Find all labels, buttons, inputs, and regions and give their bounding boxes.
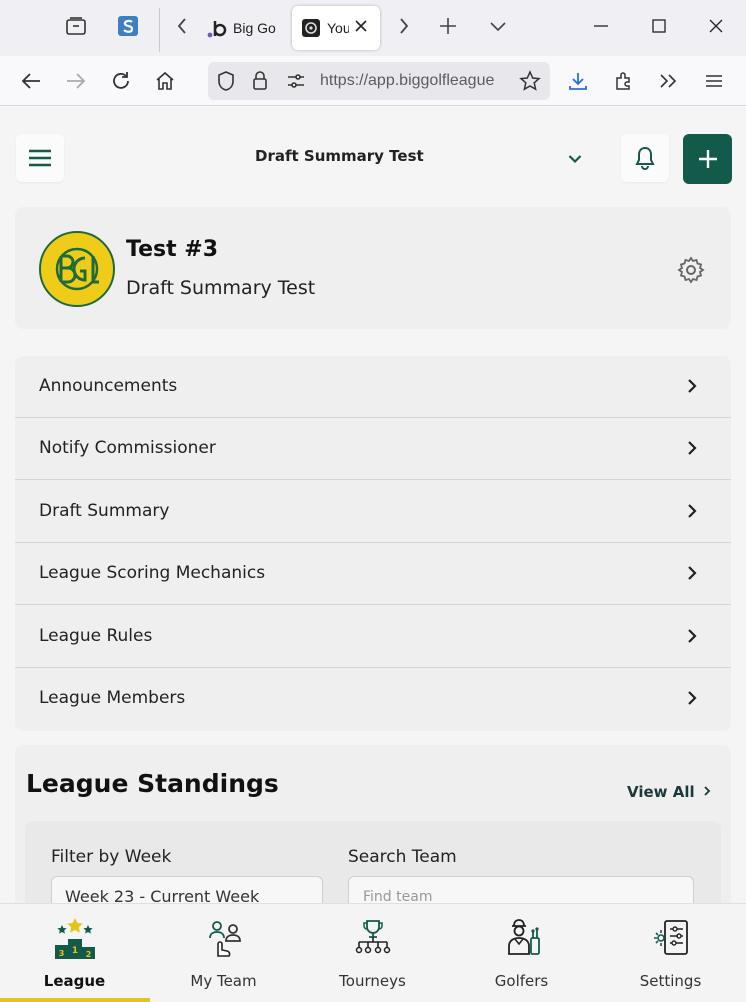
- nav-label: My Team: [190, 972, 257, 990]
- permissions-icon[interactable]: [286, 72, 306, 94]
- standings-title: League Standings: [26, 769, 279, 798]
- menu-item-label: League Rules: [39, 626, 153, 646]
- menu-item-announcements[interactable]: Announcements: [15, 356, 731, 418]
- window-close-icon[interactable]: [704, 14, 728, 38]
- menu-item-label: League Scoring Mechanics: [39, 563, 266, 583]
- url-bar[interactable]: https://app.biggolfleague: [208, 62, 550, 100]
- chevron-right-icon: [687, 378, 697, 398]
- nav-tourneys[interactable]: Tourneys: [298, 904, 447, 1002]
- browser-tab-strip: Big Go You: [0, 0, 746, 56]
- bell-icon: [635, 146, 655, 170]
- chevron-right-icon: [687, 503, 697, 523]
- overflow-chevron-icon[interactable]: [656, 69, 680, 93]
- nav-my-team[interactable]: My Team: [149, 904, 298, 1002]
- svg-text:2: 2: [85, 950, 91, 959]
- chevron-right-icon: [687, 690, 697, 710]
- forward-icon[interactable]: [64, 69, 88, 93]
- nav-label: Settings: [639, 972, 702, 990]
- home-icon[interactable]: [153, 69, 177, 93]
- chevron-down-icon: [568, 149, 582, 168]
- nav-label: Tourneys: [339, 972, 406, 990]
- chevron-right-icon: [704, 786, 711, 796]
- extensions-icon[interactable]: [612, 69, 636, 93]
- menu-item-label: League Members: [39, 688, 186, 708]
- tab-big-golf[interactable]: Big Go: [202, 6, 284, 50]
- gear-icon[interactable]: [677, 256, 705, 288]
- list-tabs-icon[interactable]: [486, 14, 510, 38]
- menu-item-league-members[interactable]: League Members: [15, 668, 731, 730]
- shield-icon[interactable]: [217, 71, 235, 95]
- nav-label: League: [43, 972, 106, 990]
- nav-settings[interactable]: Settings: [596, 904, 745, 1002]
- nav-league[interactable]: 1 3 2 League: [0, 904, 150, 1002]
- chevron-right-icon: [687, 628, 697, 648]
- tab-scroll-left-icon[interactable]: [170, 14, 194, 38]
- hamburger-menu-button[interactable]: [16, 134, 64, 182]
- menu-item-scoring-mechanics[interactable]: League Scoring Mechanics: [15, 543, 731, 605]
- menu-item-notify-commissioner[interactable]: Notify Commissioner: [15, 418, 731, 480]
- bottom-navigation: 1 3 2 League My Team Tourneys Golfers Se…: [0, 903, 746, 1002]
- filter-by-week-label: Filter by Week: [51, 847, 172, 867]
- app-content: Draft Summary Test Test #3 Draft Summary…: [0, 107, 746, 1002]
- notifications-button[interactable]: [621, 134, 669, 182]
- add-button[interactable]: [683, 134, 732, 184]
- league-info-card: Test #3 Draft Summary Test: [15, 207, 731, 329]
- league-name: Test #3: [126, 237, 219, 262]
- menu-item-label: Draft Summary: [39, 501, 170, 521]
- menu-item-league-rules[interactable]: League Rules: [15, 606, 731, 668]
- chevron-right-icon: [687, 565, 697, 585]
- league-menu-list: Announcements Notify Commissioner Draft …: [15, 356, 731, 731]
- search-team-label: Search Team: [348, 847, 457, 867]
- league-subtitle: Draft Summary Test: [126, 277, 316, 299]
- team-icon: [149, 916, 298, 960]
- active-tab-indicator: [0, 998, 150, 1002]
- maximize-icon[interactable]: [647, 14, 671, 38]
- settings-doc-icon: [596, 916, 745, 960]
- nav-golfers[interactable]: Golfers: [447, 904, 596, 1002]
- hamburger-icon: [29, 149, 51, 167]
- trophy-bracket-icon: [298, 916, 447, 960]
- menu-item-label: Notify Commissioner: [39, 438, 216, 458]
- tab-scroll-right-icon[interactable]: [392, 14, 416, 38]
- league-selector-value: Draft Summary Test: [255, 147, 424, 165]
- tab-label: You: [327, 20, 349, 36]
- lock-icon[interactable]: [252, 71, 268, 95]
- view-all-link[interactable]: View All: [627, 783, 711, 801]
- podium-icon: 1 3 2: [0, 916, 149, 960]
- league-logo: [39, 231, 115, 307]
- bookmark-star-icon[interactable]: [519, 70, 541, 96]
- app-menu-icon[interactable]: [702, 69, 726, 93]
- minimize-icon[interactable]: [589, 14, 613, 38]
- close-icon[interactable]: [354, 19, 368, 36]
- browser-nav-bar: https://app.biggolfleague: [0, 56, 746, 106]
- url-text[interactable]: https://app.biggolfleague: [320, 72, 516, 90]
- tab-groups-icon[interactable]: [64, 14, 88, 38]
- menu-item-label: Announcements: [39, 376, 178, 396]
- menu-item-draft-summary[interactable]: Draft Summary: [15, 481, 731, 543]
- chevron-right-icon: [687, 440, 697, 460]
- downloads-icon[interactable]: [566, 69, 590, 93]
- tab-favicon-icon: [301, 18, 321, 41]
- new-tab-icon[interactable]: [436, 14, 460, 38]
- tab-label: Big Go: [233, 20, 276, 36]
- b-logo-icon: [206, 19, 228, 42]
- reload-icon[interactable]: [109, 69, 133, 93]
- svg-text:1: 1: [71, 946, 77, 956]
- league-selector[interactable]: Draft Summary Test: [230, 145, 590, 169]
- golfer-icon: [447, 916, 596, 960]
- svg-text:3: 3: [58, 949, 64, 958]
- app-header: Draft Summary Test: [0, 107, 746, 207]
- back-icon[interactable]: [19, 69, 43, 93]
- view-all-label: View All: [627, 783, 695, 801]
- tab-active[interactable]: You: [292, 6, 380, 50]
- pinned-tab-icon[interactable]: [116, 14, 140, 38]
- plus-icon: [698, 150, 717, 168]
- nav-label: Golfers: [494, 972, 549, 990]
